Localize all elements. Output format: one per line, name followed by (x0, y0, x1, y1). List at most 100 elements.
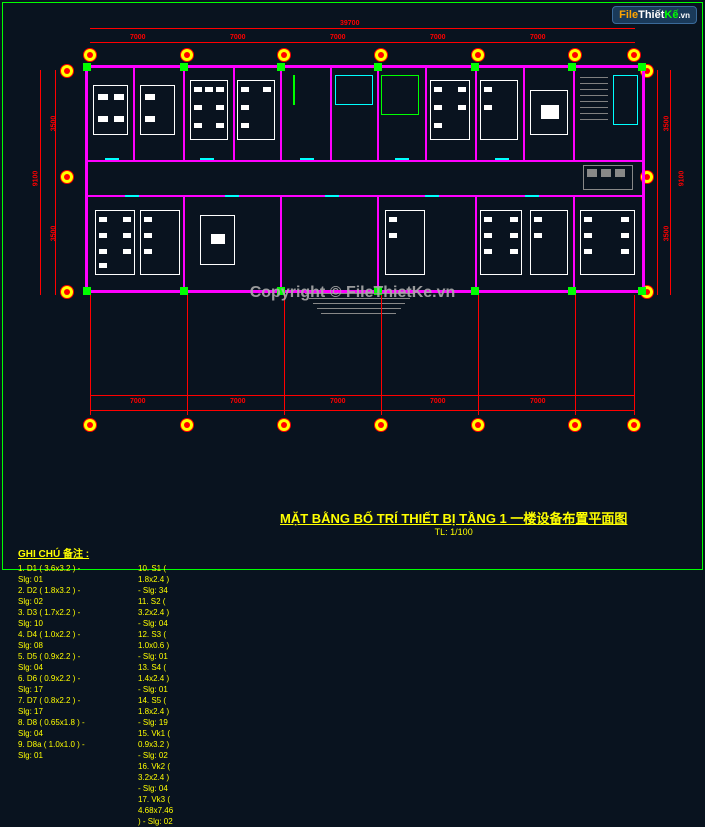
note-line: 17. Vk3 ( 4.68x7.46 ) - Slg: 02 (138, 794, 173, 827)
note-line: 14. S5 ( 1.8x2.4 ) - Slg: 19 (138, 695, 173, 728)
fixture (601, 169, 611, 177)
furniture-table (530, 90, 568, 135)
furniture-desk (385, 210, 425, 275)
column (568, 287, 576, 295)
notes-block: GHI CHÚ 备注 : 1. D1 ( 3.6x3.2 ) - Slg: 01… (18, 549, 89, 560)
note-line: 1. D1 ( 3.6x3.2 ) - Slg: 01 (18, 563, 89, 585)
ext-line (284, 295, 285, 415)
entry-steps (305, 293, 415, 323)
note-line: 4. D4 ( 1.0x2.2 ) - Slg: 08 (18, 629, 89, 651)
wall (85, 195, 645, 197)
dim-line (55, 70, 56, 295)
furniture-wc (613, 75, 638, 125)
dim-line (90, 42, 635, 43)
ext-line (381, 295, 382, 415)
note-line: 13. S4 ( 1.4x2.4 ) - Slg: 01 (138, 662, 173, 695)
grid-marker (60, 285, 74, 299)
note-line: 16. Vk2 ( 3.2x2.4 ) - Slg: 04 (138, 761, 173, 794)
grid-marker (374, 418, 388, 432)
partition (183, 197, 185, 290)
note-line: 11. S2 ( 3.2x2.4 ) - Slg: 04 (138, 596, 173, 629)
notes-col-2: 10. S1 ( 1.8x2.4 ) - Slg: 34 11. S2 ( 3.… (138, 563, 173, 827)
furniture-desk (140, 210, 180, 275)
grid-marker (627, 418, 641, 432)
grid-marker (180, 418, 194, 432)
grid-marker (180, 48, 194, 62)
fixture (615, 169, 625, 177)
partition (377, 197, 379, 290)
logo-text: .vn (678, 11, 690, 20)
title-scale: TL: 1/100 (280, 527, 627, 537)
dim-bay: 7000 (330, 34, 346, 41)
note-line: 9. D8a ( 1.0x1.0 ) - Slg: 01 (18, 739, 89, 761)
column (180, 287, 188, 295)
partition (330, 68, 332, 160)
dim-bay: 7000 (530, 34, 546, 41)
fixture (587, 169, 597, 177)
note-line: 10. S1 ( 1.8x2.4 ) - Slg: 34 (138, 563, 173, 596)
partition (425, 68, 427, 160)
grid-marker (374, 48, 388, 62)
grid-marker (83, 418, 97, 432)
dim-line (670, 70, 671, 295)
column (471, 63, 479, 71)
floor-plan (85, 65, 645, 295)
ext-line (575, 295, 576, 415)
grid-marker (568, 418, 582, 432)
logo-text: Kế (664, 9, 678, 21)
ext-line (187, 295, 188, 415)
partition (280, 68, 282, 160)
column (638, 287, 646, 295)
notes-col-1: 1. D1 ( 3.6x3.2 ) - Slg: 01 2. D2 ( 1.8x… (18, 563, 89, 761)
note-line: 8. D8 ( 0.65x1.8 ) - Slg: 04 (18, 717, 89, 739)
door (300, 158, 314, 160)
dim-split-r: 3500 (663, 116, 670, 132)
staircase (580, 73, 608, 128)
partition (183, 68, 185, 160)
grid-marker (83, 48, 97, 62)
furniture-desk (190, 80, 228, 140)
note-line: 3. D3 ( 1.7x2.2 ) - Slg: 10 (18, 607, 89, 629)
furniture-kitchen (335, 75, 373, 105)
grid-marker (627, 48, 641, 62)
door (395, 158, 409, 160)
door (200, 158, 214, 160)
partition (233, 68, 235, 160)
dim-line (657, 70, 658, 295)
door-swing (293, 75, 295, 105)
furniture-desk (480, 80, 518, 140)
partition (475, 68, 477, 160)
column (471, 287, 479, 295)
dim-bay: 7000 (430, 34, 446, 41)
note-line: 5. D5 ( 0.9x2.2 ) - Slg: 04 (18, 651, 89, 673)
door (425, 195, 439, 197)
title-main: MẶT BẰNG BỐ TRÍ THIẾT BỊ TẦNG 1 一楼设备布置平面… (280, 508, 627, 527)
grid-marker (60, 170, 74, 184)
dim-split: 3500 (50, 226, 57, 242)
furniture-desk (430, 80, 470, 140)
drawing-title: MẶT BẰNG BỐ TRÍ THIẾT BỊ TẦNG 1 一楼设备布置平面… (280, 508, 627, 537)
grid-marker (471, 418, 485, 432)
column (83, 287, 91, 295)
grid-marker (277, 48, 291, 62)
ext-line (634, 295, 635, 415)
partition (573, 68, 575, 160)
dim-line (40, 70, 41, 295)
grid-marker (568, 48, 582, 62)
furniture-desk (140, 85, 175, 135)
note-line: 7. D7 ( 0.8x2.2 ) - Slg: 17 (18, 695, 89, 717)
door (495, 158, 509, 160)
column (180, 63, 188, 71)
column (374, 63, 382, 71)
furniture-desk (530, 210, 568, 275)
partition (523, 68, 525, 160)
column (568, 63, 576, 71)
notes-heading: GHI CHÚ 备注 : (18, 549, 89, 560)
logo-text: Thiết (638, 9, 664, 21)
dim-bay-b: 7000 (130, 398, 146, 405)
dim-side-r: 9100 (678, 171, 685, 187)
door (325, 195, 339, 197)
dim-bay: 7000 (230, 34, 246, 41)
dim-split-r: 3500 (663, 226, 670, 242)
dim-bay-b: 7000 (430, 398, 446, 405)
